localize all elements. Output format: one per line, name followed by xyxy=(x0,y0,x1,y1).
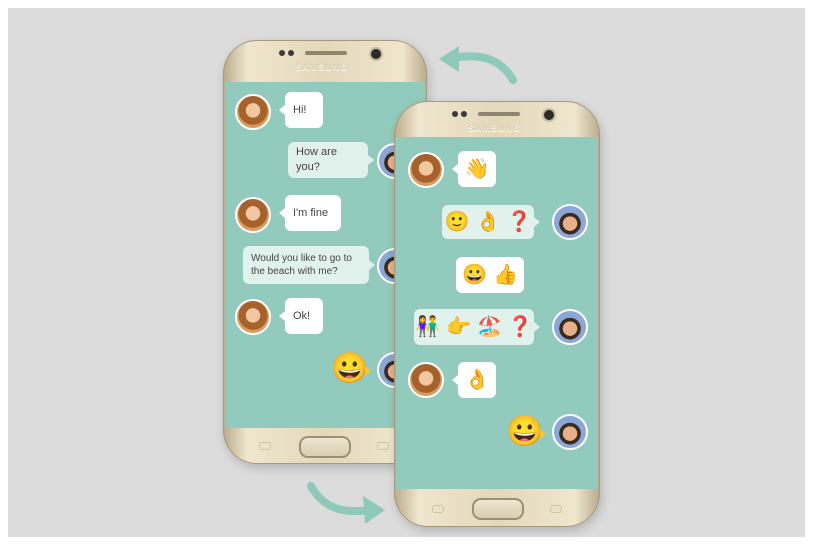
message-bubble: Hi! xyxy=(279,92,323,128)
message-bubble: I'm fine xyxy=(279,195,341,231)
front-camera-icon xyxy=(544,110,554,120)
proximity-sensor-icon xyxy=(452,111,458,117)
back-key[interactable] xyxy=(377,442,389,450)
message-bubble: Ok! xyxy=(279,298,323,334)
man-avatar xyxy=(552,204,588,240)
message-bubble: 👌 xyxy=(452,362,496,398)
light-sensor-icon xyxy=(288,50,294,56)
grinning-emoji-icon: 😀 xyxy=(331,352,369,385)
proximity-sensor-icon xyxy=(279,50,285,56)
back-key[interactable] xyxy=(550,505,562,513)
woman-avatar xyxy=(235,197,271,233)
woman-avatar xyxy=(408,152,444,188)
woman-avatar xyxy=(408,362,444,398)
message-bubble: 👫 👉 🏖️ ❓ xyxy=(414,309,540,345)
curved-arrow-top-icon xyxy=(439,46,517,84)
smiley-emoji-icon: 🙂 xyxy=(444,211,470,233)
woman-avatar xyxy=(235,94,271,130)
home-button[interactable] xyxy=(472,498,524,520)
question-mark-icon: ❓ xyxy=(506,211,532,233)
message-bubble: 👋 xyxy=(452,151,496,187)
pointing-right-icon: 👉 xyxy=(446,316,471,338)
brand-logo: SAMSUNG xyxy=(468,123,522,133)
earpiece-speaker xyxy=(478,112,520,116)
front-camera-icon xyxy=(371,49,381,59)
emoji-tail xyxy=(540,429,546,439)
message-text: I'm fine xyxy=(293,206,329,219)
emoji-tail xyxy=(365,366,371,376)
couple-icon: 👫 xyxy=(415,316,441,338)
front-phone: SAMSUNG 👋 🙂 👌 ❓ 😀 👍 👫 👉 🏖️ ❓ 👌 😀 xyxy=(394,101,600,527)
recent-apps-key[interactable] xyxy=(432,505,444,513)
message-text: Ok! xyxy=(293,309,311,322)
question-mark-icon: ❓ xyxy=(507,316,533,338)
grinning-emoji-icon: 😀 xyxy=(506,415,544,448)
message-text: Would you like to go to the beach with m… xyxy=(251,252,352,278)
light-sensor-icon xyxy=(461,111,467,117)
message-text: How are you? xyxy=(296,146,337,173)
front-phone-screen: 👋 🙂 👌 ❓ 😀 👍 👫 👉 🏖️ ❓ 👌 😀 xyxy=(396,137,598,489)
message-bubble: 🙂 👌 ❓ xyxy=(442,205,540,239)
message-text: Hi! xyxy=(293,103,307,116)
curved-arrow-bottom-icon xyxy=(307,482,385,524)
man-avatar xyxy=(552,414,588,450)
home-button[interactable] xyxy=(299,436,351,458)
message-bubble: Would you like to go to the beach with m… xyxy=(243,246,375,284)
ok-hand-icon: 👌 xyxy=(464,369,490,391)
thumbs-up-icon: 👍 xyxy=(493,264,518,286)
message-bubble: How are you? xyxy=(288,142,374,178)
earpiece-speaker xyxy=(305,51,347,55)
man-avatar xyxy=(552,309,588,345)
grinning-emoji-icon: 😀 xyxy=(462,264,487,286)
brand-logo: SAMSUNG xyxy=(295,62,349,72)
ok-hand-icon: 👌 xyxy=(475,211,501,233)
message-bubble: 😀 👍 xyxy=(456,257,524,293)
waving-hand-icon: 👋 xyxy=(464,158,490,180)
beach-icon: 🏖️ xyxy=(477,316,502,338)
recent-apps-key[interactable] xyxy=(259,442,271,450)
woman-avatar xyxy=(235,299,271,335)
